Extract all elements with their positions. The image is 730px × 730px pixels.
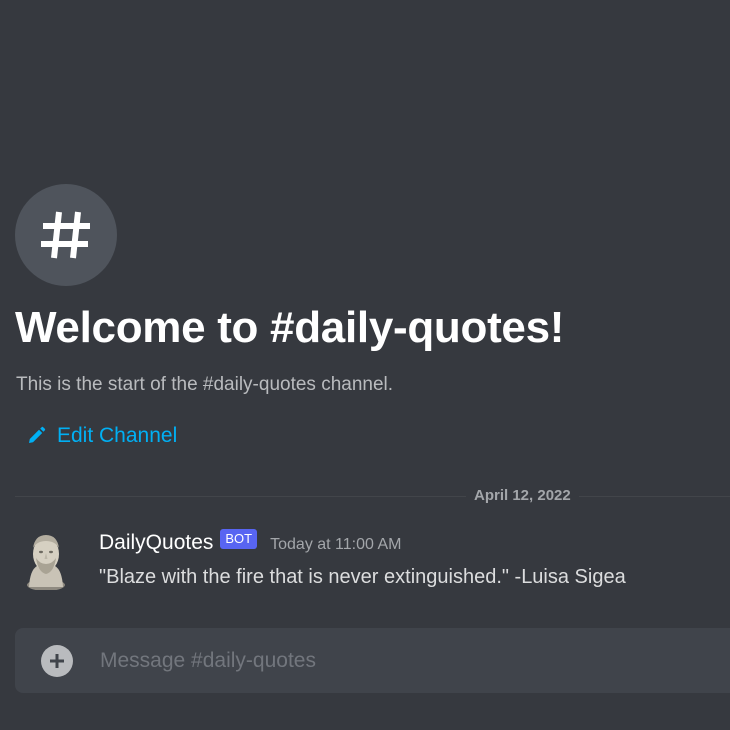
date-divider-label: April 12, 2022 [466, 486, 579, 506]
bust-avatar[interactable] [24, 530, 68, 591]
plus-circle-icon [50, 653, 64, 668]
date-divider [15, 496, 730, 497]
message-header: DailyQuotes BOT Today at 11:00 AM [99, 529, 402, 556]
hashtag-icon [41, 211, 90, 259]
pencil-icon [25, 425, 47, 447]
edit-channel-label: Edit Channel [57, 424, 178, 447]
channel-icon [15, 184, 117, 286]
bot-tag: BOT [220, 529, 258, 549]
welcome-subtitle: This is the start of the #daily-quotes c… [16, 374, 394, 395]
edit-channel-button[interactable]: Edit Channel [25, 421, 177, 451]
welcome-title: Welcome to #daily-quotes! [15, 303, 565, 352]
chat-view: Welcome to #daily-quotes! This is the st… [0, 0, 730, 730]
message-input[interactable] [100, 648, 680, 673]
message-username[interactable]: DailyQuotes [99, 531, 213, 555]
message-content: "Blaze with the fire that is never extin… [99, 566, 626, 588]
add-attachment-button[interactable] [41, 644, 73, 677]
message-composer [15, 628, 730, 693]
message-timestamp: Today at 11:00 AM [270, 536, 402, 553]
